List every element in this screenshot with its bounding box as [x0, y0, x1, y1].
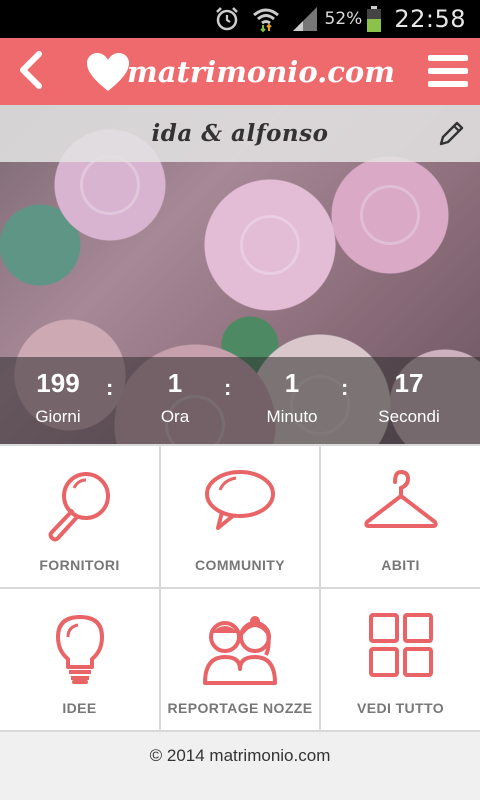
hanger-icon	[363, 469, 438, 528]
magnifier-icon	[48, 472, 110, 542]
tile-label: COMMUNITY	[195, 557, 285, 573]
signal-icon	[291, 5, 319, 33]
countdown-days: 199 Giorni	[3, 367, 113, 427]
countdown-label: Secondi	[378, 407, 440, 426]
tile-abiti[interactable]: ABITI	[321, 446, 480, 587]
pencil-icon	[439, 121, 464, 146]
countdown-label: Minuto	[266, 407, 318, 426]
countdown-value: 1	[284, 368, 300, 398]
tile-vedi-tutto[interactable]: VEDI TUTTO	[321, 589, 480, 730]
tile-idee[interactable]: IDEE	[0, 589, 159, 730]
couple-bar: ida & alfonso	[0, 105, 480, 162]
hero-image: ida & alfonso 199 Giorni : 1 Ora : 1 Min…	[0, 105, 480, 444]
footer: © 2014 matrimonio.com	[0, 732, 480, 800]
wifi-icon	[251, 5, 281, 33]
alarm-icon	[213, 5, 241, 33]
app-header: matrimonio.com	[0, 38, 480, 105]
countdown: 199 Giorni : 1 Ora : 1 Minuto : 17 Secon…	[0, 357, 480, 444]
chevron-left-icon	[20, 51, 42, 89]
countdown-label: Ora	[160, 407, 190, 426]
back-button[interactable]	[10, 48, 50, 92]
lightbulb-icon	[55, 615, 104, 684]
menu-button[interactable]	[428, 52, 468, 90]
countdown-hours: 1 Ora	[120, 367, 230, 427]
countdown-separator: :	[224, 375, 232, 400]
countdown-value: 1	[167, 368, 183, 398]
battery-percent: 52%	[324, 9, 363, 29]
brand-logo[interactable]: matrimonio.com	[85, 51, 395, 93]
countdown-value: 199	[36, 368, 80, 398]
status-bar: 52% 22:58	[0, 0, 480, 38]
countdown-value: 17	[394, 368, 424, 398]
tile-label: ABITI	[381, 557, 420, 573]
copyright-text: © 2014 matrimonio.com	[149, 746, 331, 765]
tile-community[interactable]: COMMUNITY	[161, 446, 319, 587]
tile-label: REPORTAGE NOZZE	[167, 700, 313, 716]
countdown-separator: :	[341, 375, 349, 400]
grid-icon	[368, 613, 433, 677]
tile-reportage-nozze[interactable]: REPORTAGE NOZZE	[161, 589, 319, 730]
heart-logo-icon	[87, 52, 130, 91]
clock: 22:58	[394, 5, 466, 33]
battery-icon	[366, 5, 382, 33]
countdown-separator: :	[106, 375, 114, 400]
edit-button[interactable]	[436, 119, 466, 149]
tile-label: FORNITORI	[39, 557, 120, 573]
couple-icon	[203, 616, 277, 685]
menu-grid: FORNITORI COMMUNITY ABITI IDEE REPORTAGE…	[0, 444, 480, 732]
tile-label: IDEE	[62, 700, 97, 716]
countdown-minutes: 1 Minuto	[237, 367, 347, 427]
brand-name: matrimonio.com	[127, 54, 395, 89]
countdown-label: Giorni	[35, 407, 81, 426]
speech-bubble-icon	[205, 470, 275, 530]
hamburger-menu-icon	[428, 55, 468, 61]
tile-fornitori[interactable]: FORNITORI	[0, 446, 159, 587]
couple-name: ida & alfonso	[151, 120, 329, 147]
tile-label: VEDI TUTTO	[357, 700, 444, 716]
countdown-seconds: 17 Secondi	[354, 367, 464, 427]
